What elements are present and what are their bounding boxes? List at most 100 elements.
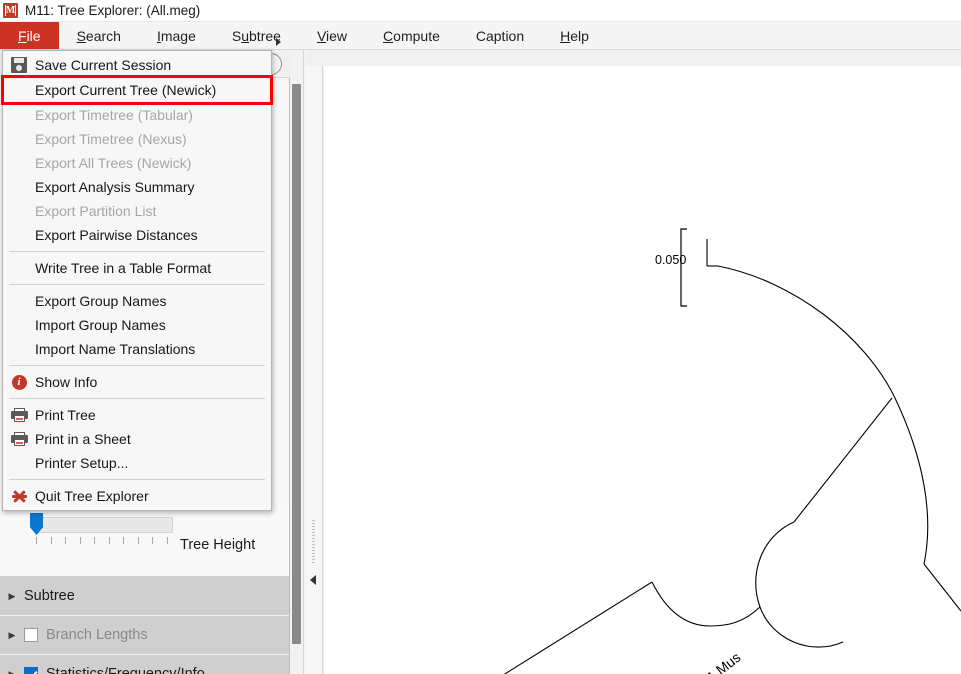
panel-section-statistics-frequency-info[interactable]: ▶ Statistics/Frequency/Info: [0, 655, 289, 674]
slider-tick: [123, 537, 125, 544]
panel-section-subtree[interactable]: ▶ Subtree: [0, 577, 289, 616]
title-bar: M M11: Tree Explorer: (All.meg): [0, 0, 961, 22]
slider-tick: [50, 537, 52, 544]
scale-bar: [680, 228, 687, 307]
menu-item-label: Save Current Session: [35, 57, 172, 73]
section-label: Statistics/Frequency/Info: [46, 666, 205, 674]
slider-tick: [137, 537, 139, 544]
menu-item-write-tree-in-a-table-format[interactable]: Write Tree in a Table Format: [3, 256, 271, 280]
mega-app-icon: M: [3, 3, 18, 18]
menu-item-icon-slot: [3, 103, 35, 127]
chevron-right-icon[interactable]: ▶: [0, 669, 24, 674]
tree-explorer-window: M M11: Tree Explorer: (All.meg) File Sear…: [0, 0, 961, 674]
menu-item-icon-slot: [3, 313, 35, 337]
menu-help[interactable]: Help: [542, 22, 607, 49]
menu-item-icon-slot: [3, 78, 35, 102]
splitter-grip[interactable]: [312, 520, 315, 564]
arc-inner-left: [709, 606, 761, 627]
menu-item-import-name-translations[interactable]: Import Name Translations: [3, 337, 271, 361]
menu-item-export-all-trees-newick: Export All Trees (Newick): [3, 151, 271, 175]
menu-item-icon-slot: [3, 199, 35, 223]
menu-separator: [9, 398, 265, 399]
checkbox[interactable]: [24, 667, 38, 674]
menu-item-import-group-names[interactable]: Import Group Names: [3, 313, 271, 337]
menu-item-label: Print Tree: [35, 407, 96, 423]
menu-separator: [9, 284, 265, 285]
slider-tick: [108, 537, 110, 544]
menu-bar: File Search Image Subtree View Compute Caption…: [0, 22, 961, 50]
menu-item-label: Quit Tree Explorer: [35, 488, 149, 504]
left-panel-scrollbar[interactable]: [290, 50, 304, 674]
menu-search[interactable]: Search: [59, 22, 139, 49]
menu-item-export-timetree-tabular: Export Timetree (Tabular): [3, 103, 271, 127]
canvas-toolbar: [306, 50, 961, 66]
checkbox[interactable]: [24, 628, 38, 642]
menu-item-icon-slot: [3, 151, 35, 175]
slider-tick: [152, 537, 154, 544]
printer-icon: [3, 403, 35, 427]
menu-label: Search: [76, 27, 121, 44]
tree-canvas[interactable]: TAS2R41 Homo S2R41 Mus: [324, 66, 961, 674]
panel-splitter[interactable]: [305, 50, 323, 674]
arc-upper: [717, 265, 895, 397]
chevron-right-icon[interactable]: ▶: [0, 591, 24, 602]
tree-height-slider-track[interactable]: [38, 517, 173, 533]
menu-item-label: Printer Setup...: [35, 455, 129, 471]
menu-item-label: Show Info: [35, 374, 98, 390]
branch-mus: [503, 581, 653, 674]
menu-item-export-current-tree-newick[interactable]: Export Current Tree (Newick): [1, 75, 273, 105]
menu-compute[interactable]: Compute: [365, 22, 458, 49]
tree-height-label: Tree Height: [180, 537, 256, 553]
slider-tick: [166, 537, 168, 544]
panel-section-branch-lengths[interactable]: ▶ Branch Lengths: [0, 616, 289, 655]
menu-separator: [9, 365, 265, 366]
mega-app-icon-glyph: M: [5, 4, 16, 16]
menu-item-save-current-session[interactable]: Save Current Session: [3, 53, 271, 77]
menu-label: File: [18, 27, 41, 44]
menu-item-label: Print in a Sheet: [35, 431, 131, 447]
tree-height-slider-ticks: [36, 537, 168, 545]
menu-label: Subtree: [231, 27, 281, 44]
menu-image[interactable]: Image: [139, 22, 214, 49]
menu-file[interactable]: File: [0, 22, 59, 49]
menu-separator: [9, 251, 265, 252]
info-icon: i: [3, 370, 35, 394]
menu-item-quit-tree-explorer[interactable]: Quit Tree Explorer: [3, 484, 271, 508]
menu-item-icon-slot: [3, 223, 35, 247]
slider-tick: [79, 537, 81, 544]
menu-item-label: Export Current Tree (Newick): [35, 82, 217, 98]
menu-item-label: Export Timetree (Nexus): [35, 131, 187, 147]
arc-inner-left2: [651, 581, 711, 627]
menu-item-label: Export Timetree (Tabular): [35, 107, 193, 123]
menu-item-icon-slot: [3, 289, 35, 313]
menu-item-export-pairwise-distances[interactable]: Export Pairwise Distances: [3, 223, 271, 247]
menu-item-icon-slot: [3, 175, 35, 199]
printer-icon: [3, 427, 35, 451]
menu-item-export-timetree-nexus: Export Timetree (Nexus): [3, 127, 271, 151]
chevron-right-icon[interactable]: ▶: [0, 630, 24, 641]
menu-item-icon-slot: [3, 256, 35, 280]
menu-item-export-analysis-summary[interactable]: Export Analysis Summary: [3, 175, 271, 199]
menu-separator: [9, 479, 265, 480]
branch-lower-right: [923, 563, 961, 612]
phylogenetic-tree-drawing: [503, 228, 961, 674]
menu-item-export-group-names[interactable]: Export Group Names: [3, 289, 271, 313]
collapse-panel-icon[interactable]: [310, 575, 316, 585]
menu-item-print-in-a-sheet[interactable]: Print in a Sheet: [3, 427, 271, 451]
menu-view[interactable]: View: [299, 22, 365, 49]
menu-item-printer-setup[interactable]: Printer Setup...: [3, 451, 271, 475]
menu-item-label: Export Pairwise Distances: [35, 227, 198, 243]
menu-item-icon-slot: [3, 337, 35, 361]
section-label: Subtree: [24, 588, 75, 604]
menu-item-show-info[interactable]: i Show Info: [3, 370, 271, 394]
menu-label: Caption: [475, 27, 525, 44]
menu-label: Compute: [383, 27, 440, 44]
left-panel-scrollbar-thumb[interactable]: [292, 84, 301, 644]
scale-bar-value: 0.050: [655, 253, 687, 267]
menu-subtree[interactable]: Subtree: [214, 22, 299, 49]
menu-item-icon-slot: [3, 127, 35, 151]
menu-item-print-tree[interactable]: Print Tree: [3, 403, 271, 427]
menu-item-label: Export Analysis Summary: [35, 179, 195, 195]
menu-caption[interactable]: Caption: [458, 22, 542, 49]
menu-label: Help: [560, 27, 589, 44]
